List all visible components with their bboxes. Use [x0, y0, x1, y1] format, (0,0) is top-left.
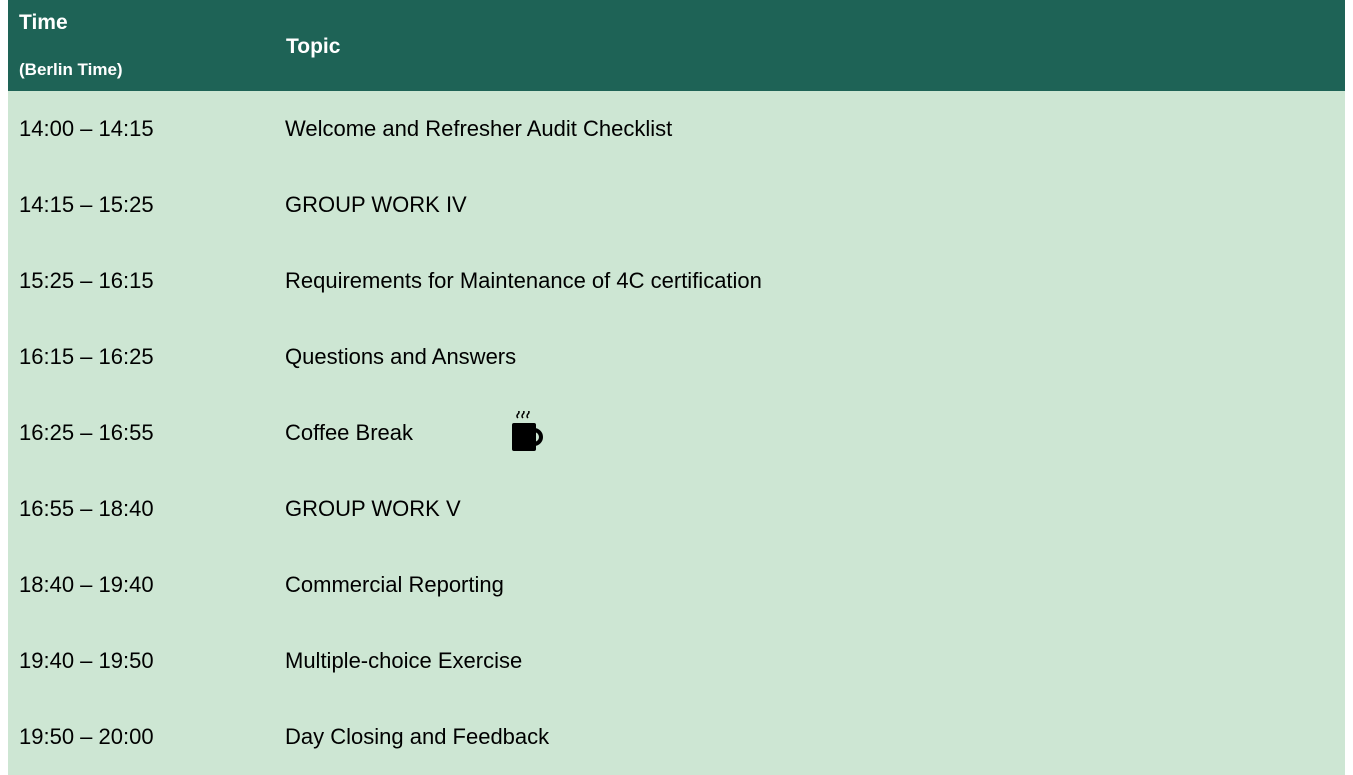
row-topic: Multiple-choice Exercise: [285, 648, 523, 673]
table-row: 16:15 – 16:25 Questions and Answers: [8, 319, 1345, 395]
table-row: 15:25 – 16:15 Requirements for Maintenan…: [8, 243, 1345, 319]
row-topic: Day Closing and Feedback: [285, 724, 550, 749]
row-time: 19:50 – 20:00: [19, 724, 154, 749]
row-topic: Welcome and Refresher Audit Checklist: [285, 116, 673, 141]
time-zone-note: (Berlin Time): [19, 60, 123, 79]
table-row-coffee-break: 16:25 – 16:55 Coffee Break: [8, 395, 1345, 471]
table-row: 14:00 – 14:15 Welcome and Refresher Audi…: [8, 91, 1345, 167]
table-row: 19:40 – 19:50 Multiple-choice Exercise: [8, 623, 1345, 699]
table-row: 14:15 – 15:25 GROUP WORK IV: [8, 167, 1345, 243]
row-time: 14:15 – 15:25: [19, 192, 154, 217]
row-topic: Questions and Answers: [285, 344, 517, 369]
row-topic: Coffee Break: [285, 420, 414, 445]
table-header: Time (Berlin Time) Topic: [8, 0, 1345, 91]
row-topic: Commercial Reporting: [285, 572, 504, 597]
row-time: 15:25 – 16:15: [19, 268, 154, 293]
row-topic: Requirements for Maintenance of 4C certi…: [285, 268, 762, 293]
row-topic: GROUP WORK V: [285, 496, 461, 521]
table-row: 19:50 – 20:00 Day Closing and Feedback: [8, 699, 1345, 775]
row-time: 16:15 – 16:25: [19, 344, 154, 369]
row-topic: GROUP WORK IV: [285, 192, 467, 217]
table-row: 18:40 – 19:40 Commercial Reporting: [8, 547, 1345, 623]
topic-column-header: Topic: [286, 35, 341, 58]
row-time: 14:00 – 14:15: [19, 116, 154, 141]
row-time: 16:55 – 18:40: [19, 496, 154, 521]
table-row: 16:55 – 18:40 GROUP WORK V: [8, 471, 1345, 547]
coffee-cup-icon: [512, 411, 543, 451]
row-time: 19:40 – 19:50: [19, 648, 154, 673]
row-time: 16:25 – 16:55: [19, 420, 154, 445]
row-time: 18:40 – 19:40: [19, 572, 154, 597]
agenda-table: Time (Berlin Time) Topic 14:00 – 14:15 W…: [8, 0, 1345, 775]
time-column-header: Time: [19, 11, 68, 34]
